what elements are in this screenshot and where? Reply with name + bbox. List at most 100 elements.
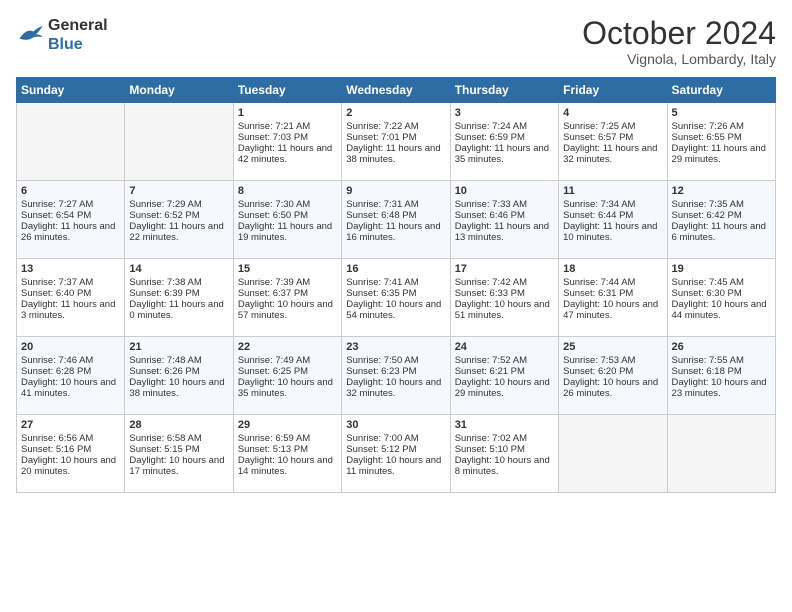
calendar-page: General Blue October 2024 Vignola, Lomba… [0,0,792,503]
sunset-text: Sunset: 7:03 PM [238,132,337,143]
day-number: 3 [455,107,554,119]
daylight-text: Daylight: 10 hours and 38 minutes. [129,377,228,399]
sunrise-text: Sunrise: 6:58 AM [129,433,228,444]
sunrise-text: Sunrise: 7:50 AM [346,355,445,366]
day-number: 13 [21,263,120,275]
daylight-text: Daylight: 10 hours and 11 minutes. [346,455,445,477]
sunrise-text: Sunrise: 7:45 AM [672,277,771,288]
day-number: 30 [346,419,445,431]
header-day-thursday: Thursday [450,78,558,103]
calendar-table: SundayMondayTuesdayWednesdayThursdayFrid… [16,77,776,493]
calendar-cell: 22Sunrise: 7:49 AMSunset: 6:25 PMDayligh… [233,337,341,415]
daylight-text: Daylight: 10 hours and 26 minutes. [563,377,662,399]
sunrise-text: Sunrise: 7:53 AM [563,355,662,366]
sunset-text: Sunset: 6:23 PM [346,366,445,377]
sunset-text: Sunset: 6:37 PM [238,288,337,299]
page-header: General Blue October 2024 Vignola, Lomba… [16,16,776,67]
daylight-text: Daylight: 10 hours and 51 minutes. [455,299,554,321]
daylight-text: Daylight: 11 hours and 29 minutes. [672,143,771,165]
calendar-cell: 10Sunrise: 7:33 AMSunset: 6:46 PMDayligh… [450,181,558,259]
daylight-text: Daylight: 11 hours and 38 minutes. [346,143,445,165]
sunrise-text: Sunrise: 7:48 AM [129,355,228,366]
day-number: 26 [672,341,771,353]
logo-text: General Blue [48,16,108,54]
calendar-cell [125,103,233,181]
calendar-week-row: 20Sunrise: 7:46 AMSunset: 6:28 PMDayligh… [17,337,776,415]
daylight-text: Daylight: 11 hours and 32 minutes. [563,143,662,165]
header-day-friday: Friday [559,78,667,103]
calendar-cell: 26Sunrise: 7:55 AMSunset: 6:18 PMDayligh… [667,337,775,415]
day-number: 1 [238,107,337,119]
calendar-cell: 17Sunrise: 7:42 AMSunset: 6:33 PMDayligh… [450,259,558,337]
calendar-week-row: 1Sunrise: 7:21 AMSunset: 7:03 PMDaylight… [17,103,776,181]
day-number: 17 [455,263,554,275]
calendar-cell: 25Sunrise: 7:53 AMSunset: 6:20 PMDayligh… [559,337,667,415]
day-number: 10 [455,185,554,197]
day-number: 7 [129,185,228,197]
calendar-cell: 23Sunrise: 7:50 AMSunset: 6:23 PMDayligh… [342,337,450,415]
daylight-text: Daylight: 11 hours and 35 minutes. [455,143,554,165]
daylight-text: Daylight: 10 hours and 47 minutes. [563,299,662,321]
sunrise-text: Sunrise: 7:35 AM [672,199,771,210]
calendar-cell: 30Sunrise: 7:00 AMSunset: 5:12 PMDayligh… [342,415,450,493]
sunset-text: Sunset: 6:28 PM [21,366,120,377]
calendar-cell: 24Sunrise: 7:52 AMSunset: 6:21 PMDayligh… [450,337,558,415]
calendar-cell: 28Sunrise: 6:58 AMSunset: 5:15 PMDayligh… [125,415,233,493]
calendar-cell: 3Sunrise: 7:24 AMSunset: 6:59 PMDaylight… [450,103,558,181]
sunset-text: Sunset: 5:16 PM [21,444,120,455]
daylight-text: Daylight: 10 hours and 32 minutes. [346,377,445,399]
day-number: 2 [346,107,445,119]
day-number: 4 [563,107,662,119]
sunset-text: Sunset: 6:42 PM [672,210,771,221]
calendar-cell: 21 Sunrise: 7:48 AMSunset: 6:26 PMDayligh… [125,337,233,415]
calendar-week-row: 27Sunrise: 6:56 AMSunset: 5:16 PMDayligh… [17,415,776,493]
sunrise-text: Sunrise: 7:27 AM [21,199,120,210]
location-subtitle: Vignola, Lombardy, Italy [582,51,776,67]
day-number: 8 [238,185,337,197]
sunset-text: Sunset: 6:50 PM [238,210,337,221]
calendar-cell: 14Sunrise: 7:38 AMSunset: 6:39 PMDayligh… [125,259,233,337]
sunrise-text: Sunrise: 7:41 AM [346,277,445,288]
sunrise-text: Sunrise: 7:37 AM [21,277,120,288]
calendar-cell: 9Sunrise: 7:31 AMSunset: 6:48 PMDaylight… [342,181,450,259]
header-day-tuesday: Tuesday [233,78,341,103]
sunset-text: Sunset: 6:25 PM [238,366,337,377]
daylight-text: Daylight: 11 hours and 16 minutes. [346,221,445,243]
day-number: 14 [129,263,228,275]
day-number: 28 [129,419,228,431]
sunrise-text: Sunrise: 7:24 AM [455,121,554,132]
sunrise-text: Sunrise: 7:55 AM [672,355,771,366]
sunrise-text: Sunrise: 7:33 AM [455,199,554,210]
title-block: October 2024 Vignola, Lombardy, Italy [582,16,776,67]
sunset-text: Sunset: 6:30 PM [672,288,771,299]
sunset-text: Sunset: 6:35 PM [346,288,445,299]
daylight-text: Daylight: 11 hours and 22 minutes. [129,221,228,243]
sunrise-text: Sunrise: 7:29 AM [129,199,228,210]
sunset-text: Sunset: 6:26 PM [129,366,228,377]
sunrise-text: Sunrise: 7:31 AM [346,199,445,210]
sunset-text: Sunset: 6:52 PM [129,210,228,221]
sunset-text: Sunset: 7:01 PM [346,132,445,143]
calendar-cell: 6Sunrise: 7:27 AMSunset: 6:54 PMDaylight… [17,181,125,259]
sunset-text: Sunset: 6:55 PM [672,132,771,143]
daylight-text: Daylight: 11 hours and 10 minutes. [563,221,662,243]
sunrise-text: Sunrise: 7:44 AM [563,277,662,288]
day-number: 18 [563,263,662,275]
calendar-cell: 19Sunrise: 7:45 AMSunset: 6:30 PMDayligh… [667,259,775,337]
day-number: 21 [129,341,228,353]
sunrise-text: Sunrise: 7:00 AM [346,433,445,444]
day-number: 11 [563,185,662,197]
daylight-text: Daylight: 11 hours and 13 minutes. [455,221,554,243]
daylight-text: Daylight: 10 hours and 20 minutes. [21,455,120,477]
calendar-cell: 27Sunrise: 6:56 AMSunset: 5:16 PMDayligh… [17,415,125,493]
sunrise-text: Sunrise: 7:38 AM [129,277,228,288]
calendar-cell: 11Sunrise: 7:34 AMSunset: 6:44 PMDayligh… [559,181,667,259]
calendar-cell: 31Sunrise: 7:02 AMSunset: 5:10 PMDayligh… [450,415,558,493]
calendar-cell [17,103,125,181]
sunset-text: Sunset: 6:18 PM [672,366,771,377]
calendar-header-row: SundayMondayTuesdayWednesdayThursdayFrid… [17,78,776,103]
sunset-text: Sunset: 6:31 PM [563,288,662,299]
calendar-cell: 1Sunrise: 7:21 AMSunset: 7:03 PMDaylight… [233,103,341,181]
day-number: 29 [238,419,337,431]
day-number: 6 [21,185,120,197]
